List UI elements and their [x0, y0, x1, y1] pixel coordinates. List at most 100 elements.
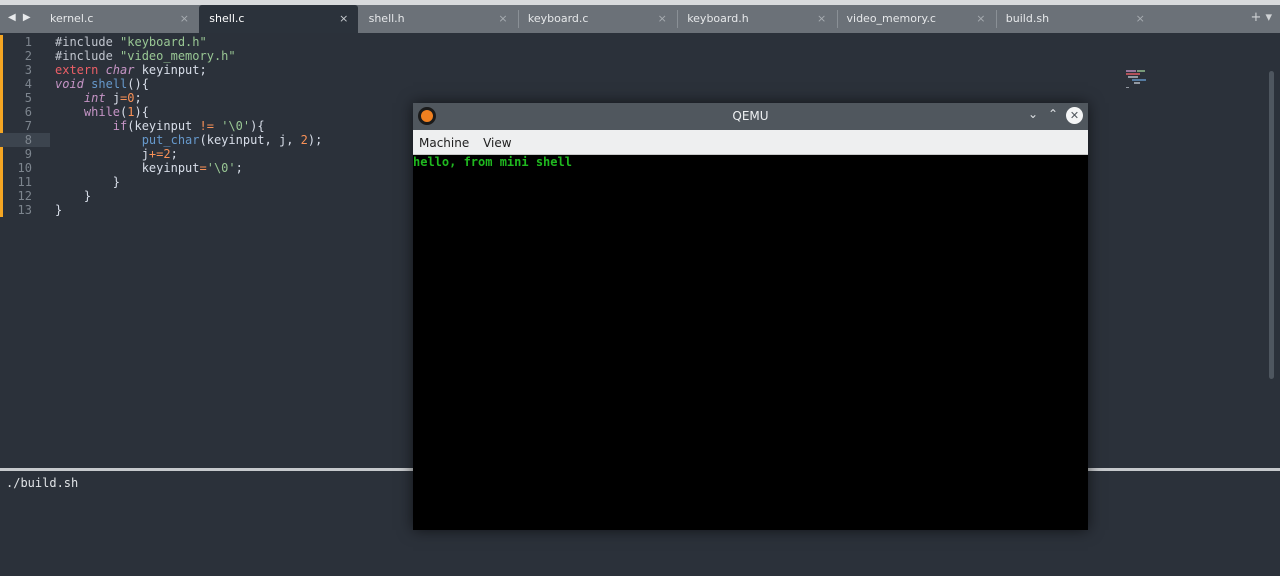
- tab-kernel-c[interactable]: kernel.c ×: [40, 5, 199, 33]
- tab-bar: ◀ ▶ kernel.c × shell.c × shell.h × keyboard.c ×…: [0, 5, 1280, 33]
- line-number: 5: [24, 91, 32, 105]
- tab-close-icon[interactable]: ×: [1136, 12, 1145, 25]
- code-token: j: [105, 91, 121, 105]
- tab-keyboard-h[interactable]: keyboard.h ×: [677, 5, 836, 33]
- tab-close-icon[interactable]: ×: [339, 12, 348, 25]
- code-token: }: [55, 175, 121, 189]
- line-number: 12: [17, 189, 32, 203]
- line-number: 4: [24, 77, 32, 91]
- code-token: keyinput: [55, 161, 200, 175]
- code-token: put_char: [141, 133, 200, 147]
- code-token: ){: [134, 105, 149, 119]
- code-token: +=: [148, 147, 164, 161]
- code-token: extern: [55, 63, 106, 77]
- code-line[interactable]: 1 #include "keyboard.h": [0, 35, 600, 49]
- code-token: (keyinput: [127, 119, 200, 133]
- line-number: 3: [24, 63, 32, 77]
- code-token: =: [199, 161, 207, 175]
- code-token: '\0': [221, 119, 251, 133]
- tab-nav-arrows[interactable]: ◀ ▶: [8, 12, 33, 23]
- line-number: 8: [0, 133, 50, 147]
- code-token: "keyboard.h": [120, 35, 207, 49]
- qemu-titlebar[interactable]: QEMU ⌄ ⌃ ✕: [413, 103, 1088, 130]
- code-line[interactable]: 4 void shell(){: [0, 77, 600, 91]
- code-text: #include "keyboard.h": [55, 35, 207, 49]
- tab-close-icon[interactable]: ×: [976, 12, 985, 25]
- line-number: 1: [24, 35, 32, 49]
- code-text: }: [55, 175, 120, 189]
- code-token: ){: [250, 119, 265, 133]
- menu-view[interactable]: View: [483, 136, 511, 150]
- code-token: keyinput;: [134, 63, 207, 77]
- tab-build-sh[interactable]: build.sh ×: [995, 5, 1155, 33]
- tab-label: kernel.c: [50, 12, 94, 25]
- code-token: char: [105, 63, 135, 77]
- code-token: ;: [134, 91, 142, 105]
- code-token: }: [55, 189, 92, 203]
- code-text: }: [55, 189, 91, 203]
- qemu-output-text: hello, from mini shell: [413, 155, 572, 169]
- code-text: }: [55, 203, 62, 217]
- tab-separator: [836, 10, 838, 28]
- code-token: }: [55, 203, 63, 217]
- code-token: (){: [127, 77, 149, 91]
- tab-separator: [677, 10, 679, 28]
- tab-keyboard-c[interactable]: keyboard.c ×: [517, 5, 677, 33]
- qemu-display[interactable]: hello, from mini shell: [413, 155, 1088, 530]
- new-tab-button[interactable]: + ▾: [1250, 10, 1272, 25]
- code-token: 2: [163, 147, 171, 161]
- tab-label: video_memory.c: [846, 12, 936, 25]
- code-text: j+=2;: [55, 147, 178, 161]
- tab-label: shell.h: [368, 12, 405, 25]
- code-token: );: [307, 133, 323, 147]
- code-token: 2: [300, 133, 308, 147]
- tab-close-icon[interactable]: ×: [180, 12, 189, 25]
- tab-separator: [995, 10, 997, 28]
- code-token: ;: [235, 161, 243, 175]
- close-icon[interactable]: ✕: [1066, 107, 1083, 124]
- code-token: ;: [170, 147, 178, 161]
- tab-label: shell.c: [209, 12, 245, 25]
- code-token: shell: [91, 77, 128, 91]
- minimize-icon[interactable]: ⌄: [1028, 107, 1038, 121]
- code-token: if: [112, 119, 128, 133]
- build-command: ./build.sh: [6, 476, 79, 490]
- line-number: 6: [24, 105, 32, 119]
- code-line[interactable]: 2 #include "video_memory.h": [0, 49, 600, 63]
- code-text: extern char keyinput;: [55, 63, 207, 77]
- code-text: while(1){: [55, 105, 149, 119]
- editor-scrollbar[interactable]: [1269, 71, 1274, 379]
- tab-video-memory-c[interactable]: video_memory.c ×: [836, 5, 996, 33]
- code-text: int j=0;: [55, 91, 142, 105]
- code-token: !=: [199, 119, 214, 133]
- code-text: #include "video_memory.h": [55, 49, 236, 63]
- code-token: '\0': [206, 161, 236, 175]
- tab-close-icon[interactable]: ×: [817, 12, 826, 25]
- code-line[interactable]: 3 extern char keyinput;: [0, 63, 600, 77]
- code-text: keyinput='\0';: [55, 161, 243, 175]
- maximize-icon[interactable]: ⌃: [1048, 107, 1058, 121]
- code-token: while: [83, 105, 121, 119]
- code-token: int: [83, 91, 106, 105]
- code-text: put_char(keyinput, j, 2);: [55, 133, 323, 147]
- tab-close-icon[interactable]: ×: [498, 12, 507, 25]
- line-number: 2: [24, 49, 32, 63]
- tab-label: build.sh: [1005, 12, 1050, 25]
- qemu-menubar: Machine View: [413, 130, 1088, 155]
- qemu-window: QEMU ⌄ ⌃ ✕ Machine View hello, from mini…: [413, 103, 1088, 530]
- line-number: 13: [17, 203, 32, 217]
- code-text: if(keyinput != '\0'){: [55, 119, 265, 133]
- minimap[interactable]: [1124, 69, 1164, 91]
- line-number: 10: [17, 161, 32, 175]
- code-token: void: [55, 77, 84, 91]
- tab-shell-c[interactable]: shell.c ×: [199, 5, 359, 33]
- code-text: void shell(){: [55, 77, 149, 91]
- tab-close-icon[interactable]: ×: [658, 12, 667, 25]
- tab-shell-h[interactable]: shell.h ×: [359, 5, 518, 33]
- code-token: 1: [127, 105, 135, 119]
- menu-machine[interactable]: Machine: [419, 136, 469, 150]
- tab-separator: [517, 10, 519, 28]
